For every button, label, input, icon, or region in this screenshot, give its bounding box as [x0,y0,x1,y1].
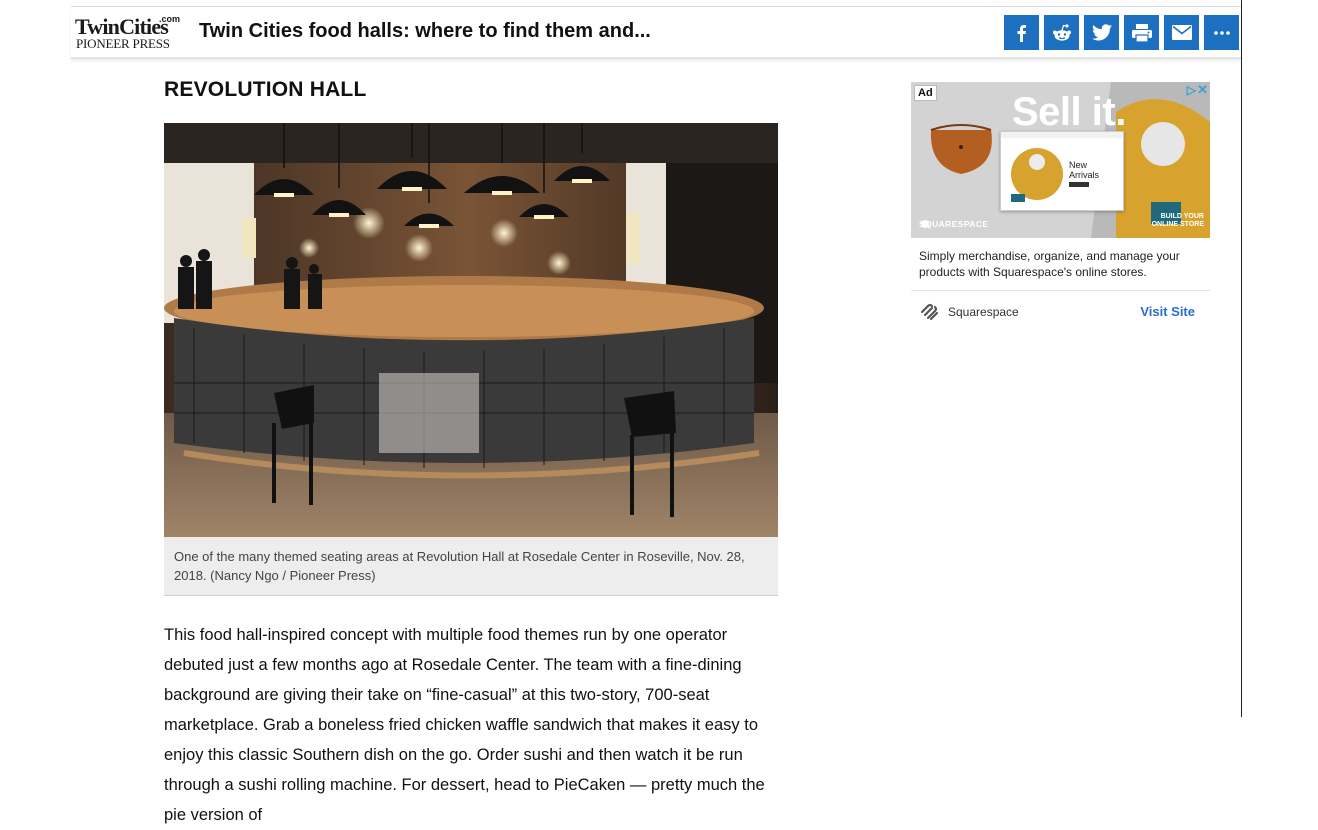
ad-cta-small-line1: BUILD YOUR [1160,213,1204,220]
ad-preview-graphic [1001,132,1123,202]
ad-preview-text-line2: Arrivals [1069,170,1100,180]
twitter-icon [1091,24,1112,41]
ad-badge: Ad [914,85,937,101]
advertisement[interactable]: Ad ▷ ✕ Sell it. New Arrivals SQUARESPACE… [911,82,1210,333]
share-more-button[interactable] [1204,15,1239,50]
ad-store-preview: New Arrivals [1000,131,1124,211]
ad-description: Simply merchandise, organize, and manage… [911,238,1210,291]
ad-advertiser-name: Squarespace [948,305,1019,319]
sticky-header: TwinCities .com PIONEER PRESS Twin Citie… [71,7,1241,59]
share-twitter-button[interactable] [1084,15,1119,50]
logo-com: .com [159,14,181,24]
ad-image[interactable]: Ad ▷ ✕ Sell it. New Arrivals SQUARESPACE… [911,82,1210,238]
logo-pioneer-press: PIONEER PRESS [76,36,170,51]
share-print-button[interactable] [1124,15,1159,50]
header-article-title: Twin Cities food halls: where to find th… [199,20,651,42]
share-email-button[interactable] [1164,15,1199,50]
ad-footer: Squarespace Visit Site [911,291,1210,333]
logo-twincities: TwinCities [75,14,169,39]
reddit-icon [1052,23,1071,41]
article-paragraph: This food hall-inspired concept with mul… [164,626,765,824]
more-icon [1213,30,1230,35]
ad-preview-text-line1: New [1069,160,1088,170]
print-icon [1131,23,1152,43]
page-edge-line [1241,0,1242,717]
section-title: REVOLUTION HALL [164,78,367,101]
share-reddit-button[interactable] [1044,15,1079,50]
email-icon [1171,25,1192,40]
food-hall-photo [164,123,778,537]
site-logo[interactable]: TwinCities .com PIONEER PRESS [75,14,181,52]
ad-brand-small: SQUARESPACE [919,219,989,229]
adchoices-icon[interactable]: ▷ [1187,83,1196,97]
ad-cta-small: BUILD YOUR ONLINE STORE [1152,213,1204,229]
ad-visit-site-link[interactable]: Visit Site [1140,304,1195,319]
ad-headline: Sell it. [1012,90,1126,134]
share-facebook-button[interactable] [1004,15,1039,50]
squarespace-logo-icon [920,303,939,321]
ad-cta-small-line2: ONLINE STORE [1151,221,1204,228]
photo-caption: One of the many themed seating areas at … [164,537,778,596]
article-photo[interactable] [164,123,778,537]
facebook-icon [1017,24,1026,42]
ad-close-icon[interactable]: ✕ [1197,82,1208,98]
ad-preview-text: New Arrivals [1069,160,1099,180]
